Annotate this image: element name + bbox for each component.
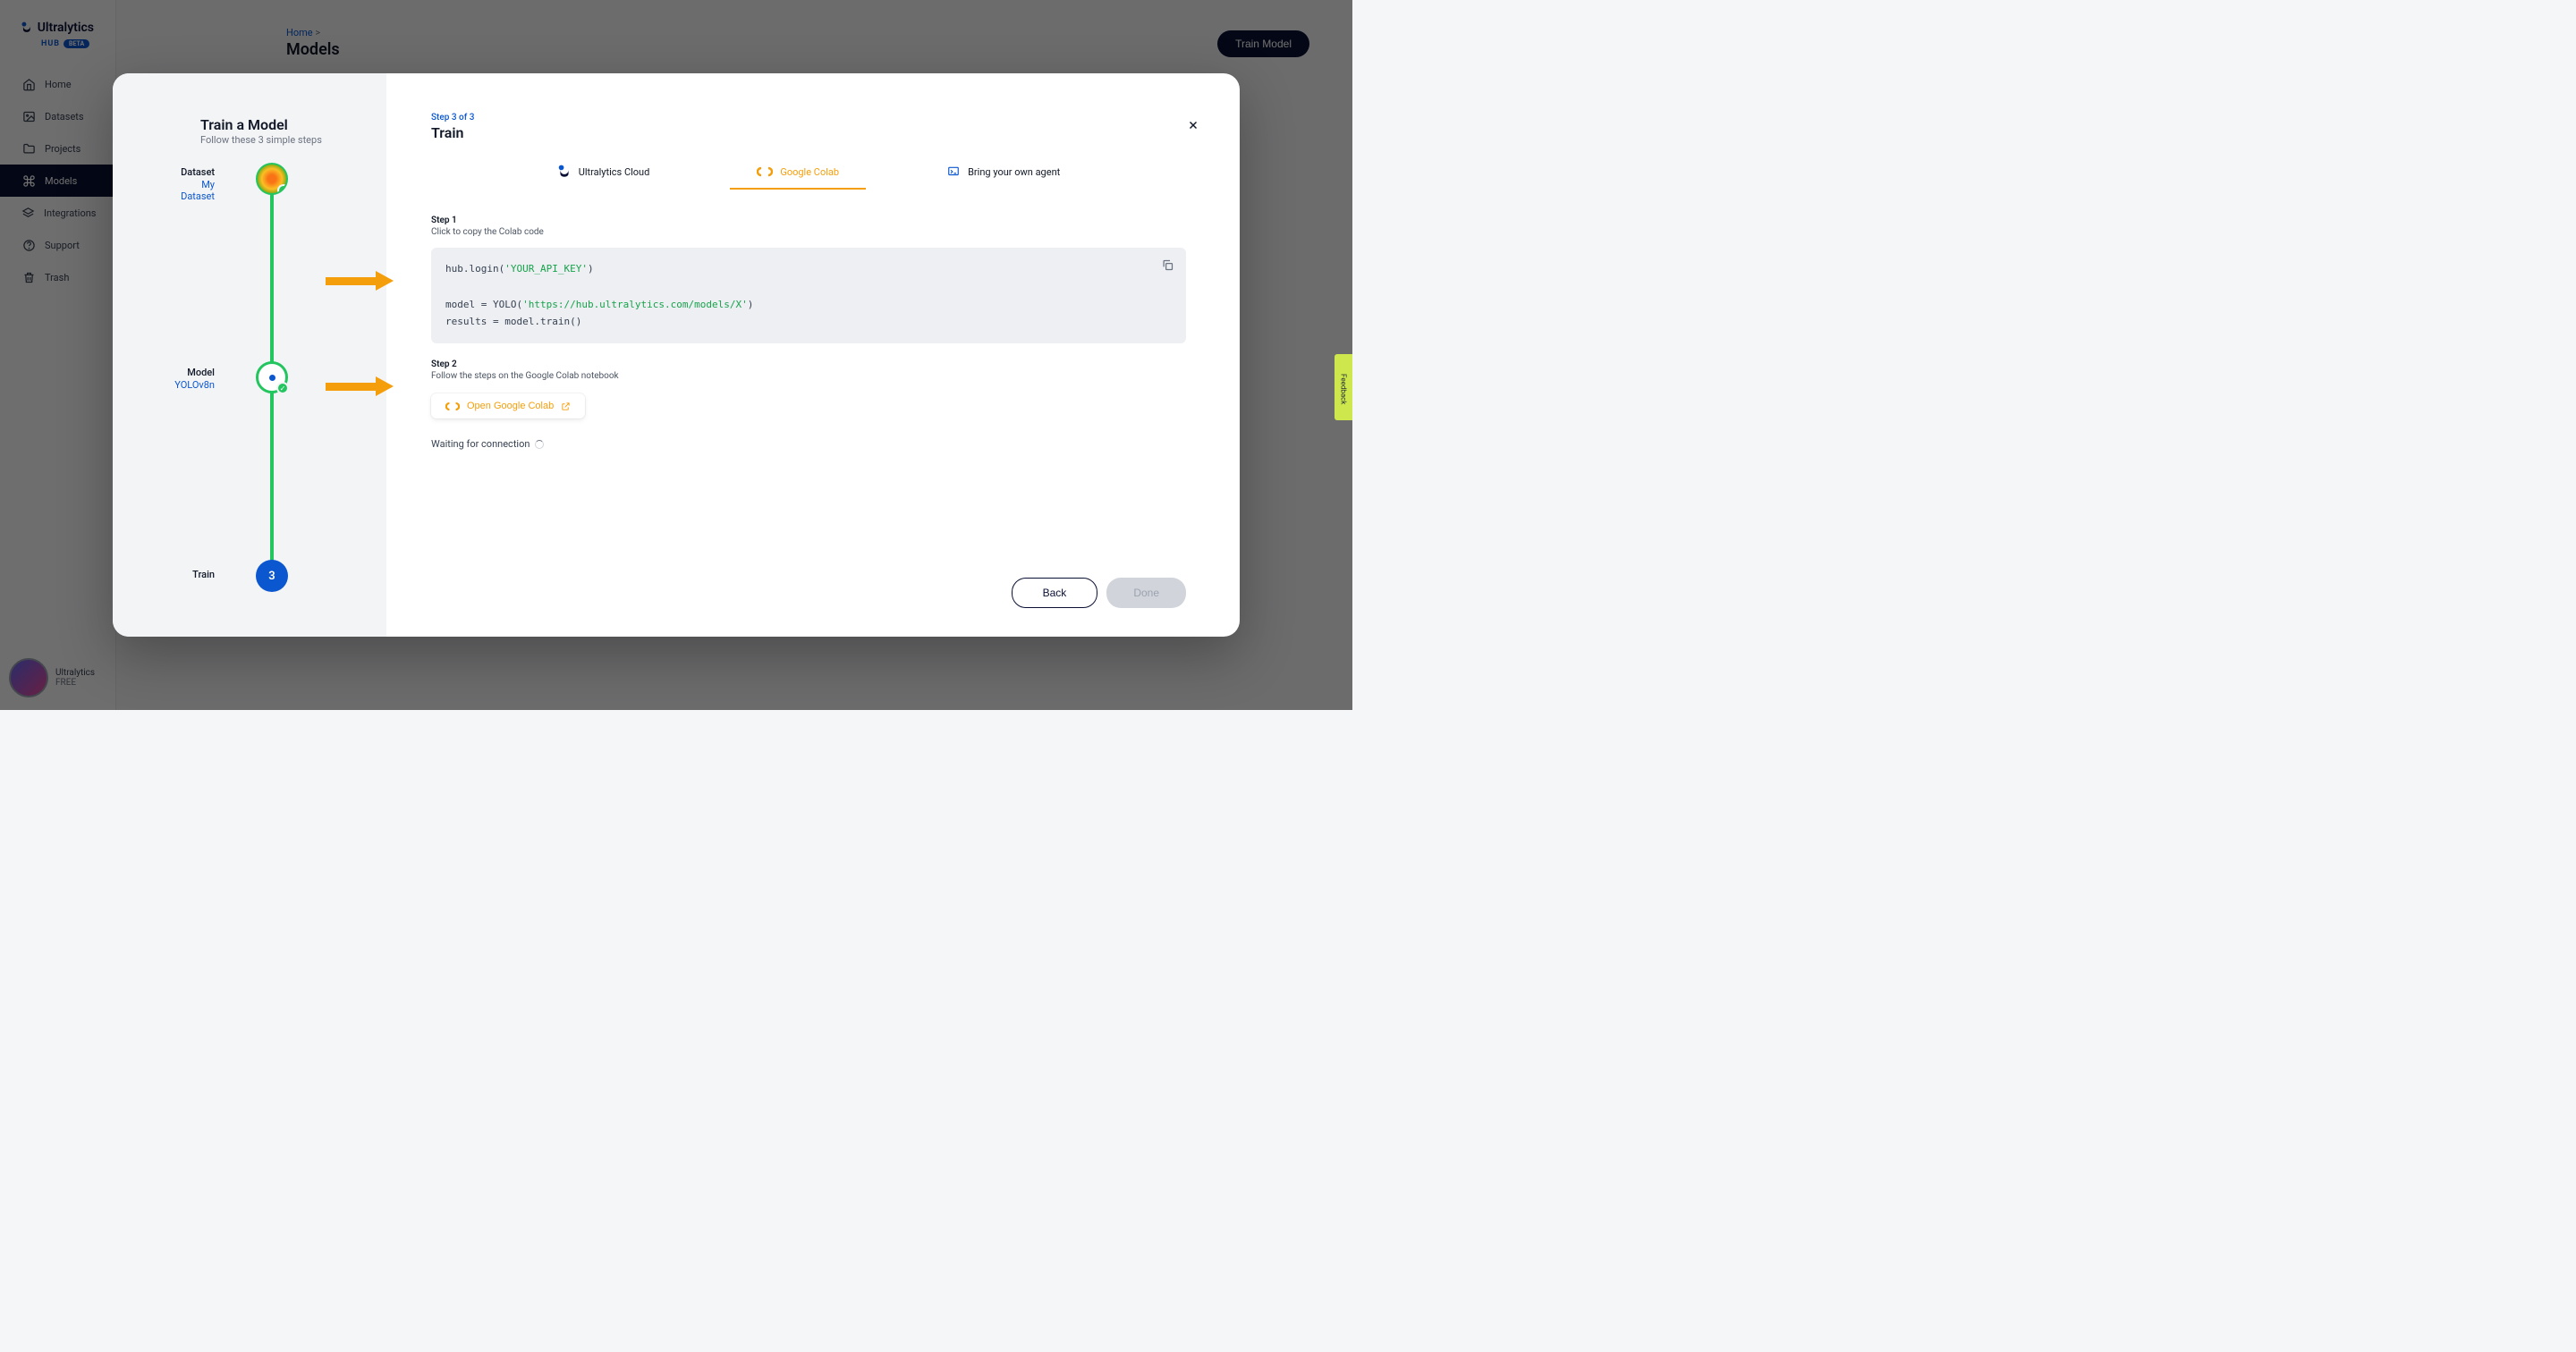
step-eyebrow: Step 3 of 3 — [431, 113, 1186, 123]
section-1-desc: Click to copy the Colab code — [431, 227, 1186, 237]
modal-subtitle: Follow these 3 simple steps — [200, 134, 322, 146]
step-value-dataset: My Dataset — [181, 179, 215, 202]
step-node-train[interactable]: 3 — [256, 560, 288, 592]
modal-stepper-panel: Train a Model Follow these 3 simple step… — [113, 73, 386, 637]
section-2-desc: Follow the steps on the Google Colab not… — [431, 371, 1186, 381]
feedback-tab[interactable]: Feedback — [1335, 354, 1352, 420]
waiting-text: Waiting for connection — [431, 438, 530, 450]
step-label-train: Train — [192, 569, 215, 580]
step-label-dataset: Dataset — [181, 166, 215, 178]
close-button[interactable] — [1184, 118, 1202, 136]
external-link-icon — [561, 401, 571, 411]
check-icon: ✓ — [276, 382, 289, 394]
tab-label: Google Colab — [780, 166, 839, 178]
done-button: Done — [1106, 578, 1186, 608]
terminal-icon — [946, 165, 961, 178]
open-colab-label: Open Google Colab — [467, 401, 554, 411]
code-block[interactable]: hub.login('YOUR_API_KEY') model = YOLO('… — [431, 248, 1186, 343]
copy-icon — [1161, 258, 1174, 272]
tab-own-agent[interactable]: Bring your own agent — [946, 165, 1060, 190]
annotation-arrow-1 — [326, 277, 379, 285]
tab-label: Bring your own agent — [968, 166, 1060, 178]
step-label-model: Model — [187, 367, 215, 378]
section-2-label: Step 2 — [431, 359, 1186, 369]
step-value-model: YOLOv8n — [174, 379, 215, 391]
colab-icon — [445, 401, 460, 411]
step-node-dataset[interactable]: ✓ — [256, 163, 288, 195]
spinner-icon — [535, 440, 544, 449]
step-num-train: 3 — [268, 570, 275, 583]
train-tabs: Ultralytics Cloud Google Colab Bring you… — [431, 165, 1186, 190]
close-icon — [1187, 119, 1199, 131]
step-heading: Train — [431, 124, 1186, 141]
modal-title: Train a Model — [200, 116, 288, 133]
check-icon: ✓ — [277, 184, 288, 195]
open-colab-button[interactable]: Open Google Colab — [431, 393, 585, 418]
train-modal: Train a Model Follow these 3 simple step… — [113, 73, 1240, 637]
tab-ultralytics-cloud[interactable]: Ultralytics Cloud — [557, 165, 650, 190]
step-node-model[interactable]: ✓ — [256, 361, 288, 393]
modal-content-panel: Step 3 of 3 Train Ultralytics Cloud Goog… — [386, 73, 1240, 637]
tab-label: Ultralytics Cloud — [579, 166, 650, 178]
ultralytics-cloud-icon — [557, 165, 572, 179]
back-button[interactable]: Back — [1012, 578, 1098, 608]
tab-google-colab[interactable]: Google Colab — [757, 165, 839, 190]
colab-icon — [757, 166, 773, 177]
feedback-label: Feedback — [1340, 374, 1348, 404]
copy-button[interactable] — [1159, 258, 1175, 275]
annotation-arrow-2 — [326, 383, 379, 391]
section-1-label: Step 1 — [431, 215, 1186, 225]
